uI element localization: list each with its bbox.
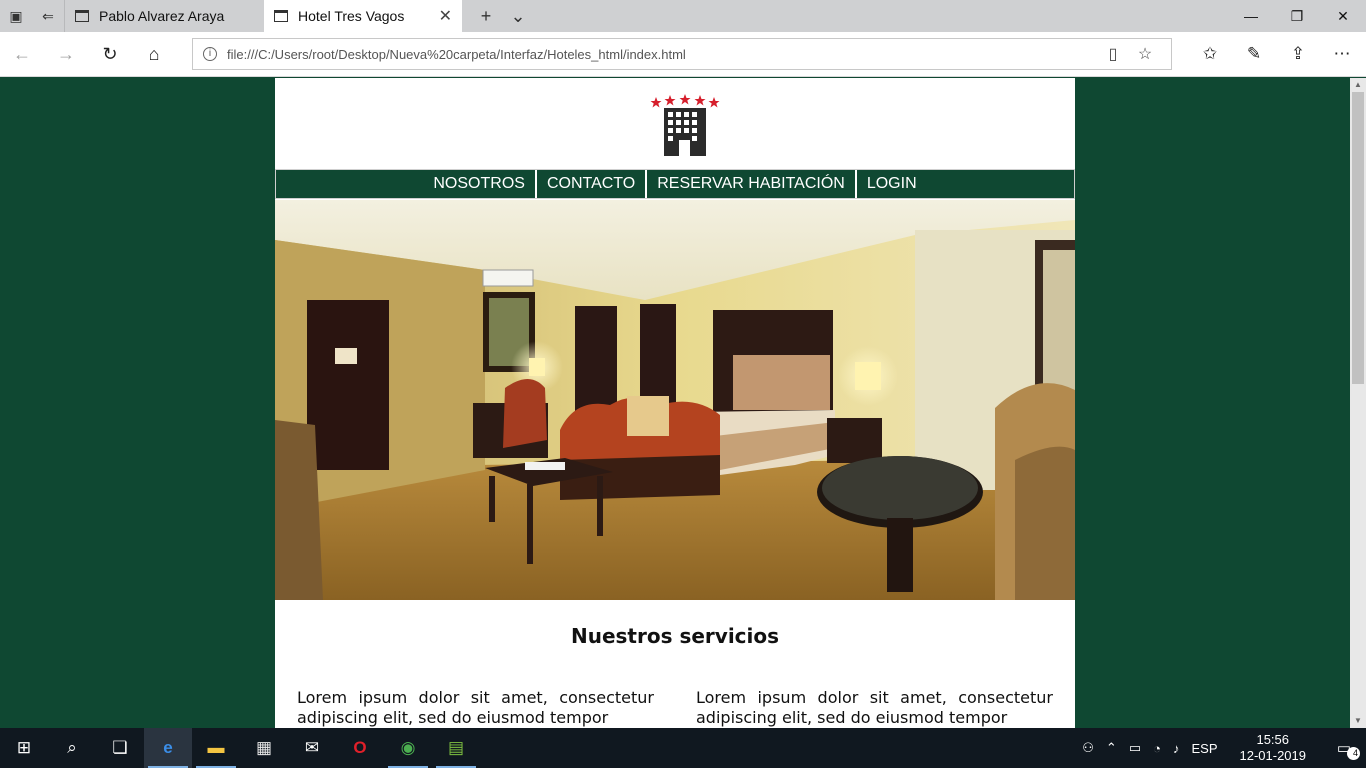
- tab-pablo-alvarez[interactable]: Pablo Alvarez Araya: [64, 0, 264, 32]
- service-text-left: Lorem ipsum dolor sit amet, consectetur …: [297, 688, 654, 727]
- service-text-right: Lorem ipsum dolor sit amet, consectetur …: [696, 688, 1053, 727]
- chrome-icon[interactable]: ◉: [384, 728, 432, 768]
- address-url[interactable]: file:///C:/Users/root/Desktop/Nueva%20ca…: [227, 47, 1097, 62]
- web-notes-icon[interactable]: ✎: [1232, 44, 1276, 64]
- site-menu: NOSOTROS CONTACTO RESERVAR HABITACIÓN LO…: [275, 169, 1075, 199]
- browser-titlebar: ▣ ⇐ Pablo Alvarez Araya Hotel Tres Vagos…: [0, 0, 1366, 32]
- page-icon: [274, 10, 288, 22]
- language-indicator[interactable]: ESP: [1185, 741, 1223, 756]
- hotel-logo-icon: [650, 94, 720, 156]
- maximize-icon[interactable]: ❐: [1274, 0, 1320, 32]
- scroll-down-icon[interactable]: ▼: [1350, 714, 1366, 728]
- home-icon[interactable]: ⌂: [132, 32, 176, 76]
- chevron-down-icon[interactable]: ⌄: [502, 6, 534, 27]
- menu-item-reservar[interactable]: RESERVAR HABITACIÓN: [647, 170, 857, 198]
- battery-icon[interactable]: ▭: [1123, 740, 1147, 756]
- favorite-star-icon[interactable]: ☆: [1129, 44, 1161, 64]
- windows-start-icon[interactable]: ⊞: [0, 728, 48, 768]
- back-arrow-icon[interactable]: ←: [0, 32, 44, 76]
- building-icon: [664, 108, 706, 156]
- favorites-list-icon[interactable]: ✩: [1188, 44, 1232, 64]
- refresh-icon[interactable]: ↻: [88, 32, 132, 76]
- share-icon[interactable]: ⇪: [1276, 44, 1320, 64]
- tab-label: Pablo Alvarez Araya: [99, 8, 225, 24]
- scroll-up-icon[interactable]: ▲: [1350, 78, 1366, 92]
- file-explorer-icon[interactable]: ▬: [192, 728, 240, 768]
- task-view-icon[interactable]: ❏: [96, 728, 144, 768]
- clock-time: 15:56: [1256, 732, 1290, 747]
- volume-icon[interactable]: ♪: [1167, 741, 1186, 756]
- minimize-icon[interactable]: —: [1228, 0, 1274, 32]
- tab-hotel-tres-vagos[interactable]: Hotel Tres Vagos ✕: [264, 0, 462, 32]
- reading-view-icon[interactable]: ▯: [1097, 44, 1129, 64]
- opera-icon[interactable]: O: [336, 728, 384, 768]
- clock[interactable]: 15:56 12-01-2019: [1224, 732, 1323, 764]
- action-center-icon[interactable]: ▭ 4: [1322, 728, 1366, 768]
- clock-date: 12-01-2019: [1239, 748, 1307, 763]
- search-icon[interactable]: ⌕: [48, 728, 96, 768]
- forward-arrow-icon[interactable]: →: [44, 32, 88, 76]
- wifi-icon[interactable]: ◔: [1147, 741, 1167, 756]
- chevron-up-icon[interactable]: ⌃: [1100, 740, 1123, 756]
- app-icon[interactable]: ▤: [432, 728, 480, 768]
- scrollbar-thumb[interactable]: [1352, 92, 1364, 384]
- more-menu-icon[interactable]: ⋯: [1320, 44, 1364, 64]
- page-scrollbar[interactable]: ▲ ▼: [1350, 78, 1366, 728]
- mail-icon[interactable]: ✉: [288, 728, 336, 768]
- menu-item-login[interactable]: LOGIN: [857, 170, 927, 198]
- close-tab-icon[interactable]: ✕: [439, 6, 452, 26]
- system-tray: ⚇ ⌃ ▭ ◔ ♪ ESP 15:56 12-01-2019 ▭ 4: [1076, 728, 1366, 768]
- set-tabs-aside-icon[interactable]: ⇐: [32, 0, 64, 32]
- section-title: Nuestros servicios: [570, 624, 780, 648]
- new-tab-icon[interactable]: +: [470, 6, 502, 27]
- tab-actions-icon[interactable]: ▣: [0, 0, 32, 32]
- site-container: NOSOTROS CONTACTO RESERVAR HABITACIÓN LO…: [275, 78, 1075, 728]
- menu-item-contacto[interactable]: CONTACTO: [537, 170, 648, 198]
- notification-badge: 4: [1347, 747, 1360, 760]
- people-icon[interactable]: ⚇: [1076, 740, 1100, 756]
- hotel-room-photo: [275, 200, 1075, 600]
- page-viewport: NOSOTROS CONTACTO RESERVAR HABITACIÓN LO…: [0, 78, 1350, 728]
- tab-label: Hotel Tres Vagos: [298, 8, 405, 24]
- menu-item-nosotros[interactable]: NOSOTROS: [423, 170, 537, 198]
- edge-icon[interactable]: e: [144, 728, 192, 768]
- close-window-icon[interactable]: ✕: [1320, 0, 1366, 32]
- stars-icon: [650, 94, 720, 108]
- info-icon[interactable]: i: [203, 47, 217, 61]
- page-icon: [75, 10, 89, 22]
- windows-taskbar: ⊞ ⌕ ❏ e ▬ ▦ ✉ O ◉ ▤ ⚇ ⌃ ▭ ◔ ♪ ESP 15:56 …: [0, 728, 1366, 768]
- address-bar[interactable]: i file:///C:/Users/root/Desktop/Nueva%20…: [192, 38, 1172, 70]
- browser-navbar: ← → ↻ ⌂ i file:///C:/Users/root/Desktop/…: [0, 32, 1366, 77]
- store-icon[interactable]: ▦: [240, 728, 288, 768]
